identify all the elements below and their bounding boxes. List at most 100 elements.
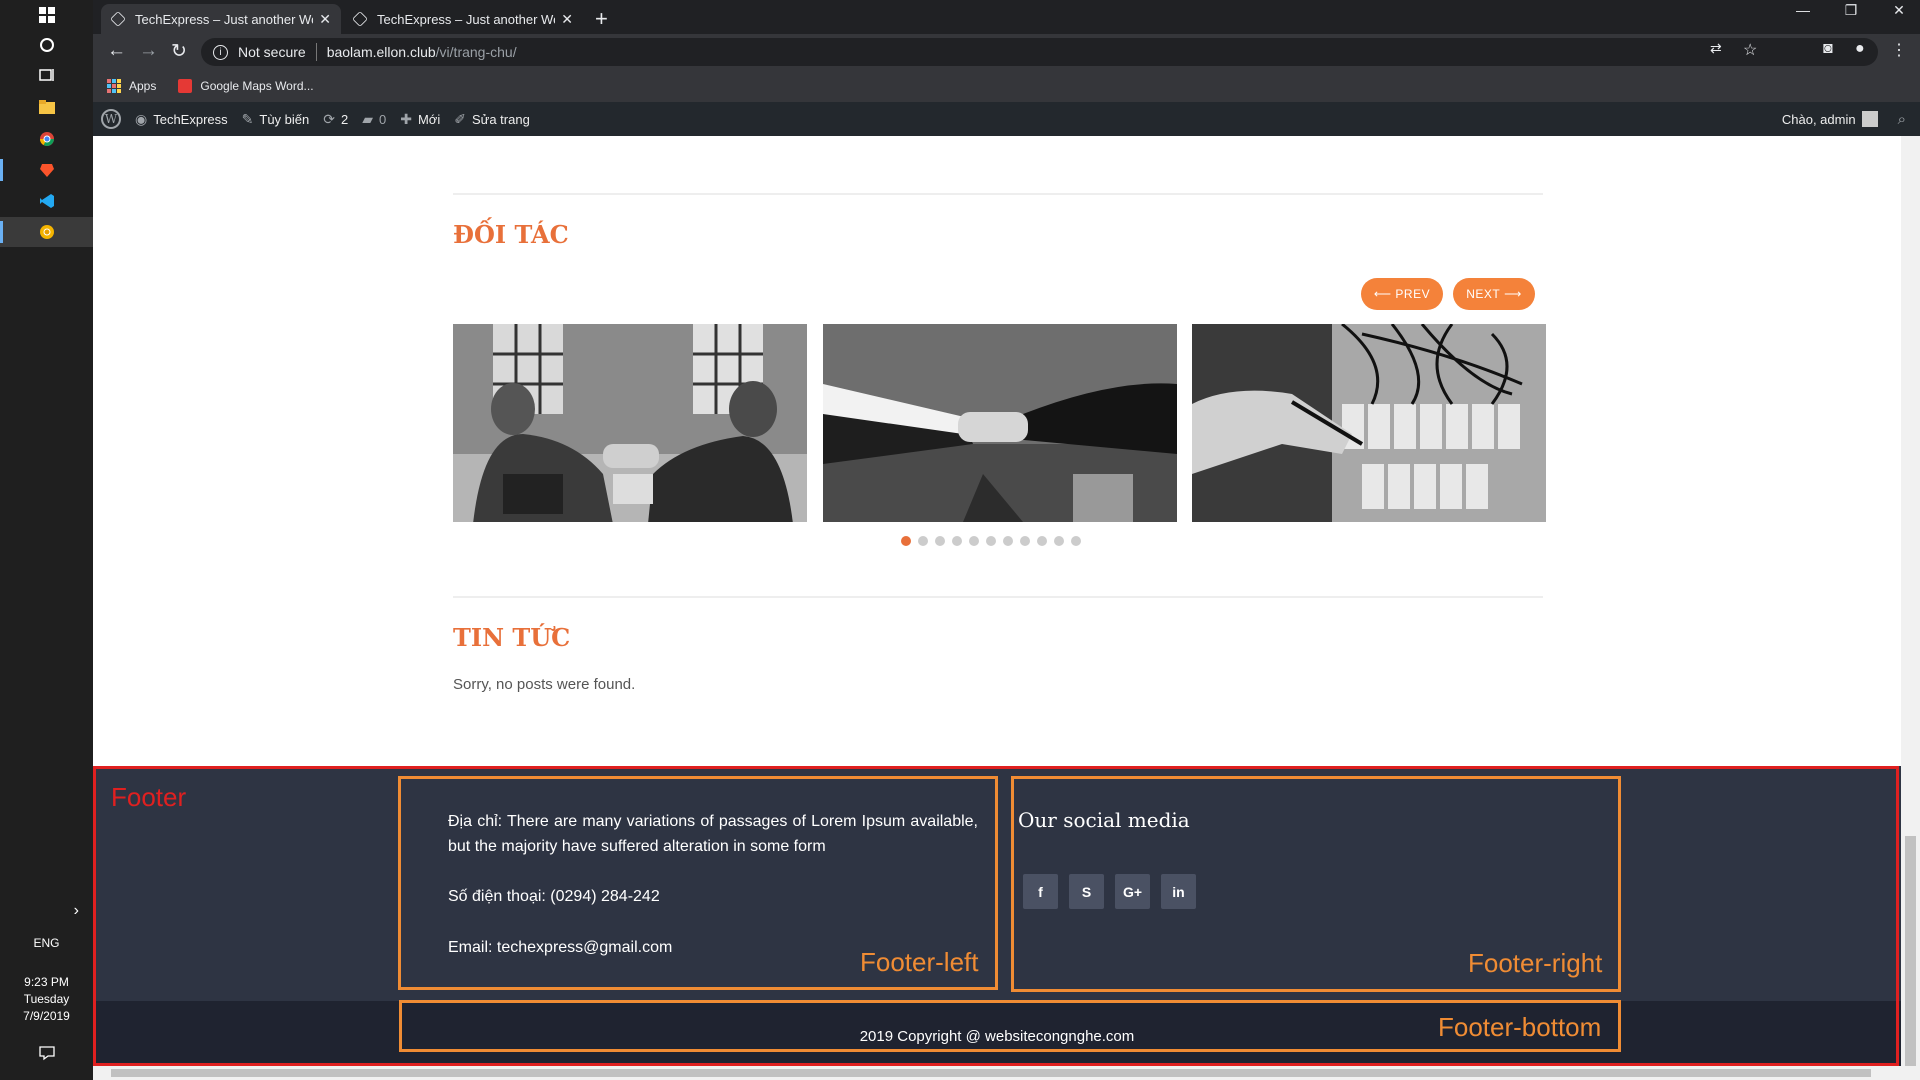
globe-icon <box>352 11 368 27</box>
clock-time[interactable]: 9:23 PM <box>0 974 93 991</box>
tab-title: TechExpress – Just another WordPress sit… <box>135 11 313 27</box>
file-explorer-icon[interactable] <box>0 92 93 122</box>
horizontal-scrollbar[interactable] <box>93 1066 1901 1080</box>
arrow-left-icon: ⟵ <box>1373 287 1396 301</box>
next-button[interactable]: NEXT ⟶ <box>1453 278 1535 310</box>
carousel-dot[interactable] <box>918 536 928 546</box>
admin-customize-link[interactable]: ✎ Tùy biến <box>242 111 310 128</box>
carousel-dot[interactable] <box>935 536 945 546</box>
vscode-icon[interactable] <box>0 186 93 216</box>
carousel-dot[interactable] <box>901 536 911 546</box>
footer-left-annotation-label: Footer-left <box>860 947 979 977</box>
electrical-panel-photo[interactable] <box>1192 324 1546 522</box>
plus-icon: ✚ <box>400 110 412 127</box>
tab-title: TechExpress – Just another WordPress sit… <box>377 11 555 27</box>
translate-icon[interactable]: ⇄ <box>1710 40 1722 57</box>
admin-site-link[interactable]: ◉ TechExpress <box>135 111 228 128</box>
next-label: NEXT <box>1466 287 1501 301</box>
menu-icon[interactable]: ⋮ <box>1891 40 1907 60</box>
search-icon[interactable] <box>0 30 93 60</box>
scrollbar-thumb[interactable] <box>1905 836 1916 1066</box>
brush-icon: ✎ <box>241 110 254 127</box>
carousel-dot[interactable] <box>1054 536 1064 546</box>
apps-icon <box>107 79 121 93</box>
star-icon[interactable]: ☆ <box>1743 40 1757 60</box>
updates-icon: ⟳ <box>323 110 335 127</box>
notifications-icon[interactable] <box>0 1038 93 1068</box>
no-posts-message: Sorry, no posts were found. <box>453 676 636 693</box>
info-icon[interactable]: i <box>213 44 228 60</box>
browser-chrome: TechExpress – Just another WordPress sit… <box>93 0 1920 102</box>
admin-account[interactable]: Chào, admin ⌕ <box>1782 102 1906 136</box>
footer-right-annotation-label: Footer-right <box>1468 948 1603 978</box>
bookmark-label: Google Maps Word... <box>200 79 314 93</box>
carousel-dot[interactable] <box>1071 536 1081 546</box>
browser-tab-2[interactable]: TechExpress – Just another WordPress sit… <box>343 4 583 34</box>
comment-icon: ▰ <box>362 110 373 127</box>
admin-comments-link[interactable]: ▰ 0 <box>362 111 386 128</box>
windows-icon[interactable] <box>0 0 93 30</box>
wordpress-icon[interactable]: W <box>101 109 121 129</box>
bookmark-apps[interactable]: Apps <box>107 79 156 93</box>
chevron-right-icon[interactable]: › <box>0 896 93 926</box>
handshake-suits-photo[interactable] <box>823 324 1177 522</box>
admin-edit-link[interactable]: ✐ Sửa trang <box>454 111 530 128</box>
security-label[interactable]: Not secure <box>238 44 306 60</box>
close-tab-icon[interactable]: ✕ <box>561 11 573 28</box>
search-icon[interactable]: ⌕ <box>1898 111 1906 128</box>
windows-taskbar: › ENG 9:23 PM Tuesday 7/9/2019 <box>0 0 93 1080</box>
prev-label: PREV <box>1395 287 1431 301</box>
profile-icon[interactable]: ● <box>1855 40 1865 58</box>
carousel-dot[interactable] <box>986 536 996 546</box>
pencil-icon: ✐ <box>454 110 466 127</box>
page-content: ĐỐI TÁC ⟵ PREV NEXT ⟶ TIN TỨC Sorry, no … <box>93 136 1901 1080</box>
camera-icon[interactable]: ◙ <box>1823 40 1833 58</box>
forward-button[interactable]: → <box>139 40 158 62</box>
restore-button[interactable]: ❐ <box>1831 2 1871 19</box>
language-indicator[interactable]: ENG <box>0 935 93 952</box>
prev-button[interactable]: ⟵ PREV <box>1361 278 1443 310</box>
chrome-canary-icon[interactable] <box>0 217 93 247</box>
greeting: Chào, admin <box>1781 111 1856 127</box>
arrow-right-icon: ⟶ <box>1500 287 1522 301</box>
news-title: TIN TỨC <box>453 623 571 652</box>
browser-tab-1[interactable]: TechExpress – Just another WordPress sit… <box>101 4 341 34</box>
new-tab-button[interactable]: + <box>595 6 608 32</box>
carousel-dot[interactable] <box>1020 536 1030 546</box>
minimize-button[interactable]: — <box>1783 2 1823 18</box>
footer-bottom-annotation-label: Footer-bottom <box>1438 1012 1602 1042</box>
close-window-button[interactable]: ✕ <box>1879 2 1919 19</box>
customize-label: Tùy biến <box>259 111 310 127</box>
task-view-icon[interactable] <box>0 60 93 90</box>
url-path: /vi/trang-chu/ <box>435 44 517 60</box>
reload-button[interactable]: ↻ <box>171 40 187 63</box>
address-bar[interactable]: i Not secure baolam.ellon.club /vi/trang… <box>201 38 1878 66</box>
scrollbar-thumb[interactable] <box>111 1069 1871 1077</box>
bookmark-google-maps[interactable]: Google Maps Word... <box>178 79 314 93</box>
edit-label: Sửa trang <box>471 111 530 127</box>
divider <box>453 596 1543 598</box>
avatar[interactable] <box>1861 111 1878 127</box>
partners-title: ĐỐI TÁC <box>453 220 569 249</box>
back-button[interactable]: ← <box>107 40 126 62</box>
admin-updates-link[interactable]: ⟳ 2 <box>323 111 348 128</box>
footer-annotation-label: Footer <box>111 782 187 812</box>
divider <box>453 193 1543 195</box>
carousel-dot[interactable] <box>1037 536 1047 546</box>
new-label: Mới <box>417 111 441 127</box>
updates-count: 2 <box>340 111 349 127</box>
admin-new-link[interactable]: ✚ Mới <box>400 111 440 128</box>
vertical-scrollbar[interactable] <box>1901 136 1920 1080</box>
chrome-icon[interactable] <box>0 124 93 154</box>
handshake-office-photo[interactable] <box>453 324 807 522</box>
carousel-dot[interactable] <box>969 536 979 546</box>
carousel-dot[interactable] <box>952 536 962 546</box>
bookmark-label: Apps <box>129 79 157 93</box>
browser-toolbar: ← → ↻ i Not secure baolam.ellon.club /vi… <box>93 34 1920 70</box>
url-host: baolam.ellon.club <box>326 44 436 60</box>
close-tab-icon[interactable]: ✕ <box>319 11 331 28</box>
divider <box>315 43 317 61</box>
brave-icon[interactable] <box>0 155 93 185</box>
comments-count: 0 <box>379 111 387 127</box>
carousel-dot[interactable] <box>1003 536 1013 546</box>
